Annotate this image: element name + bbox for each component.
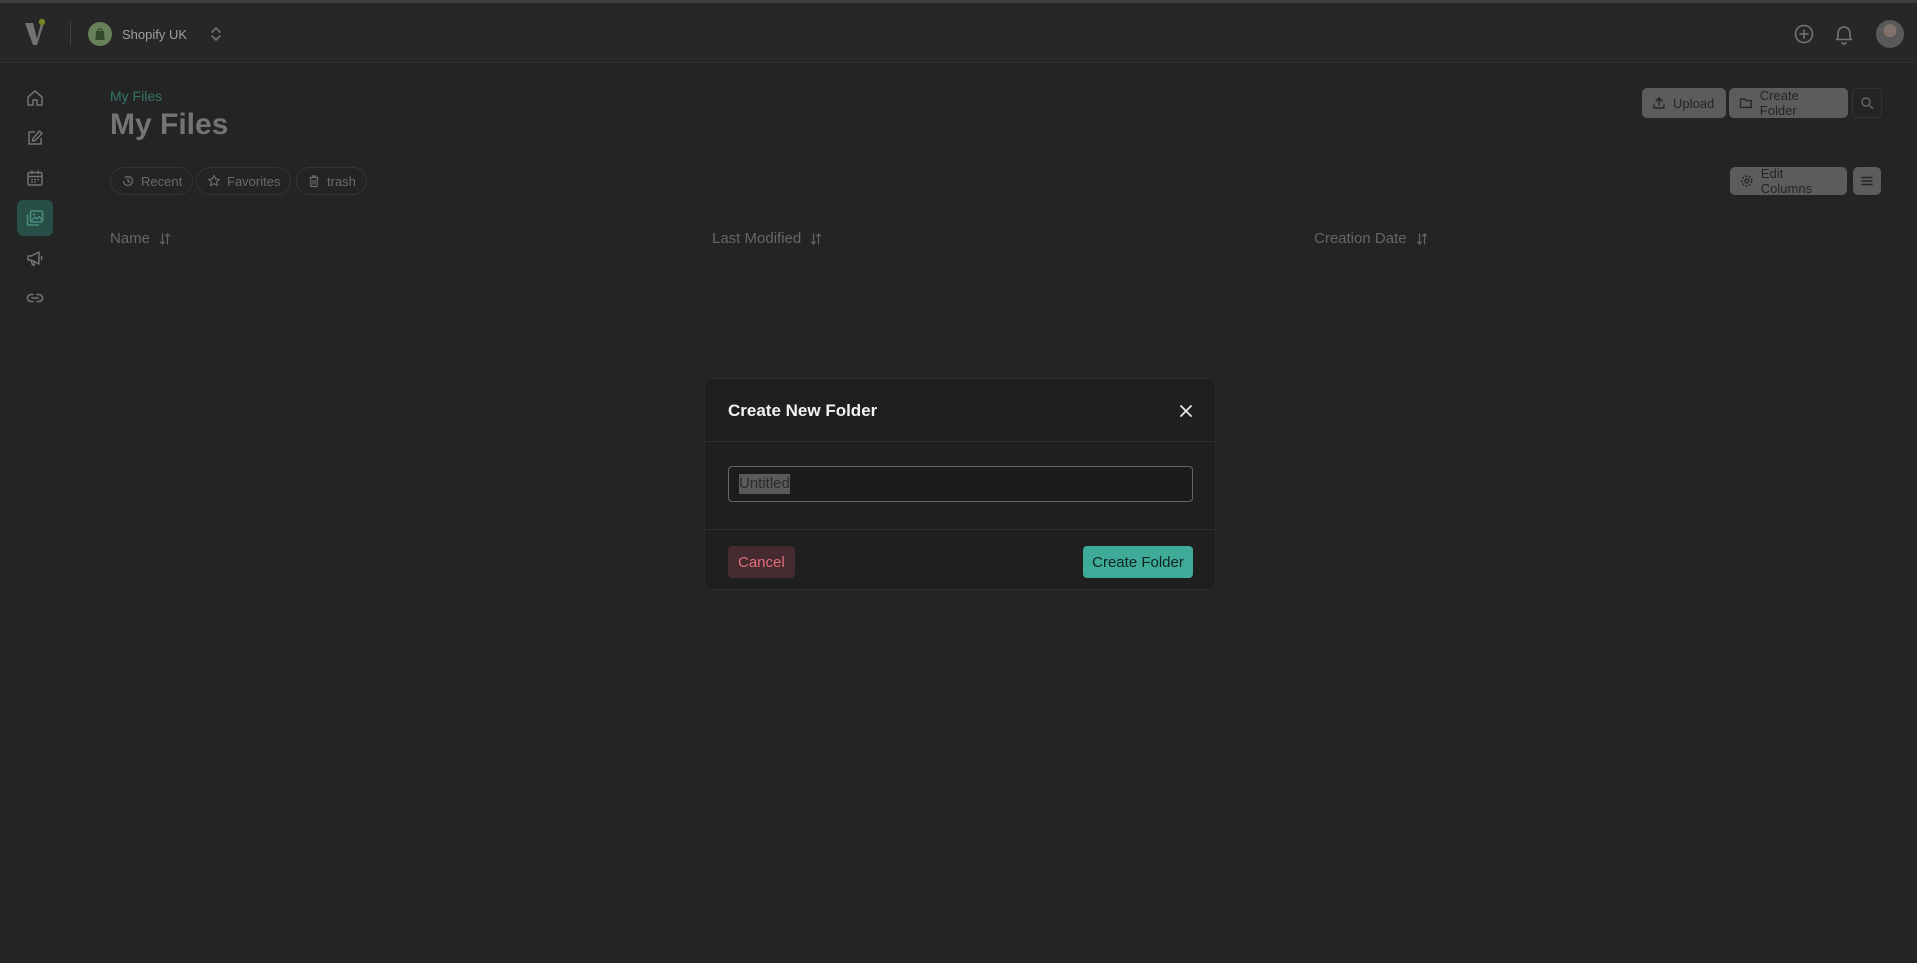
folder-name-input[interactable]: Untitled: [728, 466, 1193, 502]
create-folder-submit-button[interactable]: Create Folder: [1083, 546, 1193, 578]
dialog-title: Create New Folder: [728, 401, 878, 420]
dialog-footer: Cancel Create Folder: [705, 530, 1215, 589]
close-icon: [1180, 405, 1192, 417]
create-folder-dialog: Create New Folder Untitled Cancel Create…: [704, 378, 1216, 590]
dialog-header: Create New Folder: [705, 379, 1215, 442]
dialog-body: Untitled: [705, 442, 1215, 530]
cancel-button[interactable]: Cancel: [728, 546, 795, 578]
folder-name-input-value: Untitled: [739, 474, 790, 494]
close-button[interactable]: [1175, 400, 1197, 422]
